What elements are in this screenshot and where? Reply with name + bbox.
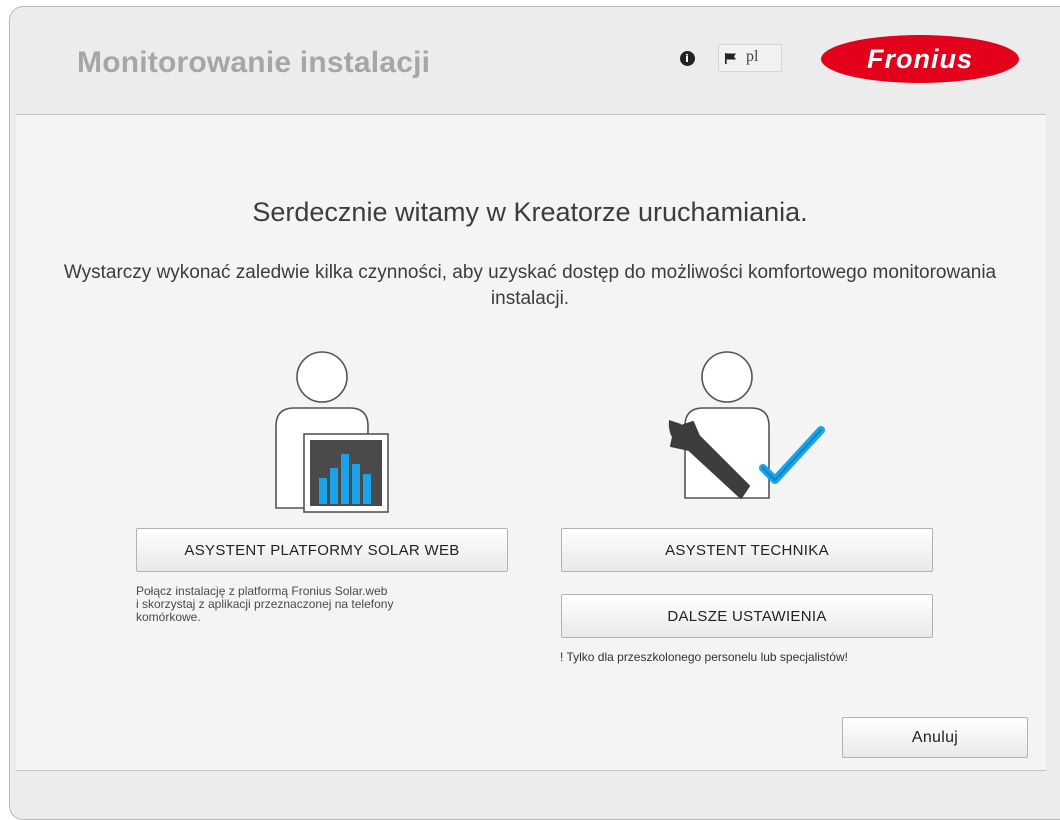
user-monitor-chart-icon bbox=[275, 351, 389, 513]
technician-assistant-button[interactable]: ASYSTENT TECHNIKA bbox=[561, 528, 933, 572]
user-wrench-checkmark-icon bbox=[668, 351, 825, 499]
specialist-warning: ! Tylko dla przeszkolonego personelu lub… bbox=[560, 650, 848, 664]
logo-text: Fronius bbox=[867, 44, 973, 74]
solar-web-assistant-button[interactable]: ASYSTENT PLATFORMY SOLAR WEB bbox=[136, 528, 508, 572]
welcome-description: Wystarczy wykonać zaledwie kilka czynnoś… bbox=[63, 262, 997, 309]
cancel-button[interactable]: Anuluj bbox=[842, 717, 1028, 758]
info-icon-glyph: i bbox=[679, 50, 695, 66]
app-title: Monitorowanie instalacji bbox=[77, 46, 431, 79]
welcome-title: Serdecznie witamy w Kreatorze uruchamian… bbox=[252, 197, 808, 227]
flag-icon bbox=[725, 53, 736, 64]
solar-web-description: Połącz instalację z platformą Fronius So… bbox=[136, 585, 496, 624]
language-selector[interactable]: pl bbox=[718, 44, 782, 72]
info-icon[interactable]: i bbox=[673, 44, 701, 72]
language-label: pl bbox=[746, 48, 759, 65]
fronius-logo: Fronius bbox=[821, 35, 1019, 83]
solar-web-description-line: komórkowe. bbox=[136, 610, 201, 624]
more-settings-button[interactable]: DALSZE USTAWIENIA bbox=[561, 594, 933, 638]
